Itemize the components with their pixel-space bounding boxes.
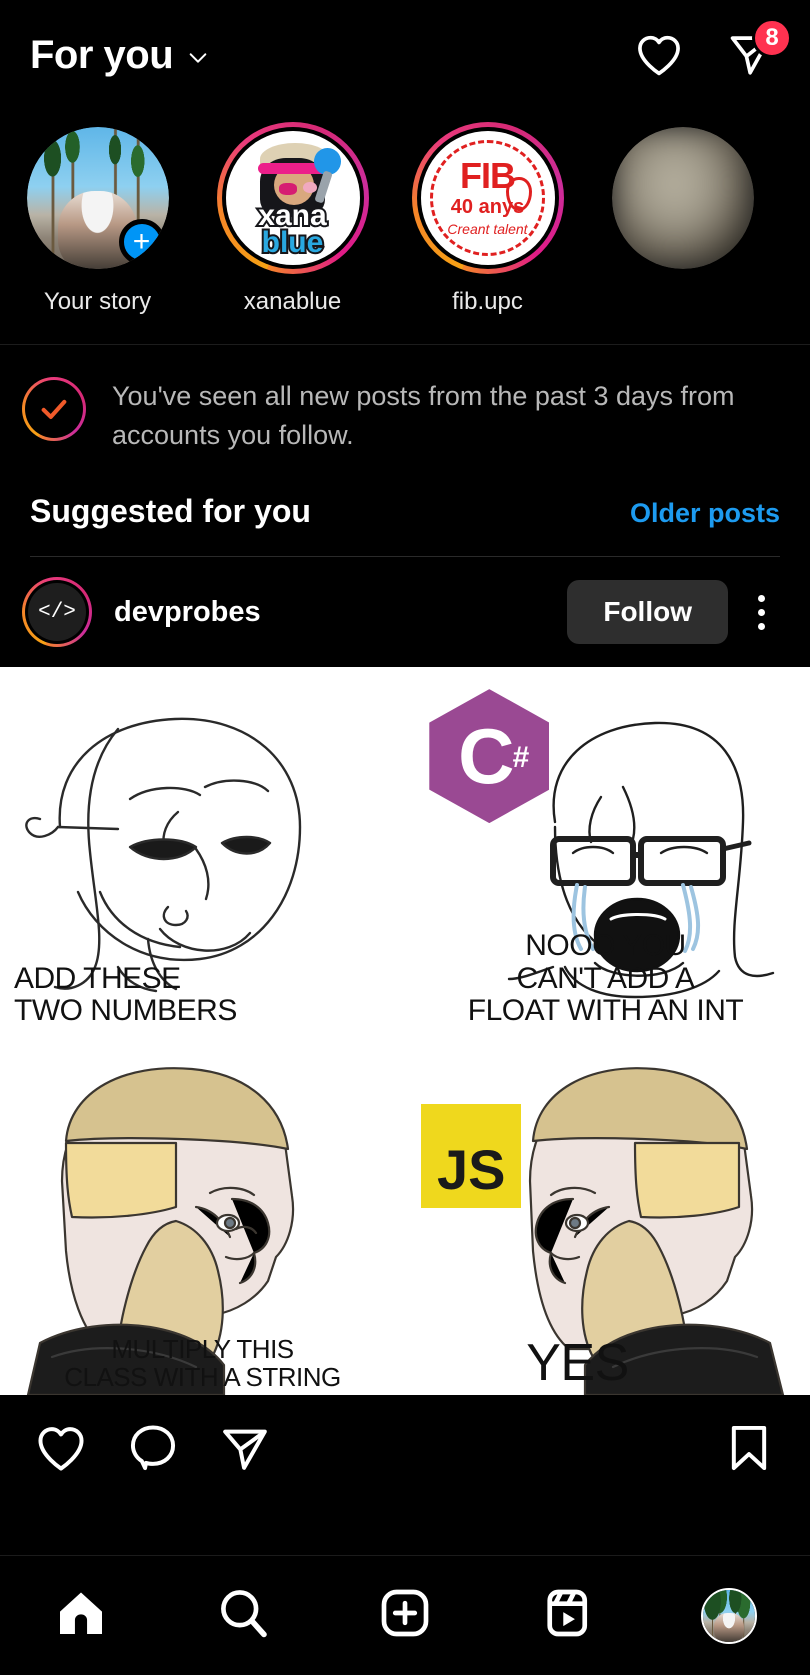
search-icon[interactable] bbox=[215, 1585, 271, 1646]
older-posts-link[interactable]: Older posts bbox=[630, 498, 780, 529]
page-title: For you bbox=[30, 32, 174, 77]
meme-panel-top-left: ADD THESE TWO NUMBERS bbox=[0, 667, 405, 1031]
meme-caption: NOOO YOU CAN'T ADD A FLOAT WITH AN INT bbox=[467, 929, 744, 1027]
meme-caption: MULTIPLY THIS CLASS WITH A STRING bbox=[64, 1334, 341, 1393]
check-circle-icon bbox=[22, 377, 86, 441]
avatar bbox=[611, 127, 754, 269]
seen-all-posts-text: You've seen all new posts from the past … bbox=[112, 381, 735, 451]
avatar: FIB 40 anys Creant talent bbox=[420, 131, 555, 265]
meme-caption: YES bbox=[526, 1334, 629, 1393]
follow-button[interactable]: Follow bbox=[567, 580, 728, 645]
story-ring: xana blue bbox=[216, 122, 369, 274]
story-ring: + bbox=[22, 122, 174, 274]
post-username[interactable]: devprobes bbox=[114, 596, 261, 629]
story-label: fib.upc bbox=[452, 288, 523, 315]
stories-tray[interactable]: + Your story xana blue xanablue FIB 40 a… bbox=[0, 110, 810, 345]
avatar: + bbox=[26, 127, 169, 269]
post-header: </> devprobes Follow bbox=[0, 557, 810, 667]
nav-item-home[interactable] bbox=[0, 1585, 162, 1646]
messages-badge: 8 bbox=[752, 18, 792, 58]
add-story-plus-icon[interactable]: + bbox=[118, 219, 165, 265]
suggested-header: Suggested for you Older posts bbox=[0, 455, 810, 530]
nav-item-search[interactable] bbox=[162, 1585, 324, 1646]
reels-icon[interactable] bbox=[539, 1585, 595, 1646]
meme-panel-top-right: C # NOOO YOU CAN'T ADD A FLOAT WITH AN I… bbox=[405, 667, 810, 1031]
story-ring: FIB 40 anys Creant talent bbox=[411, 122, 564, 274]
seen-all-posts-banner: You've seen all new posts from the past … bbox=[0, 345, 810, 455]
suggested-title: Suggested for you bbox=[30, 493, 311, 530]
story-item-xanablue[interactable]: xana blue xanablue bbox=[195, 122, 390, 316]
home-icon[interactable] bbox=[53, 1585, 109, 1646]
story-item-your-story[interactable]: + Your story bbox=[0, 122, 195, 316]
create-icon[interactable] bbox=[377, 1585, 433, 1646]
direct-message-icon[interactable]: 8 bbox=[722, 18, 792, 84]
story-label: Your story bbox=[43, 288, 152, 315]
story-ring bbox=[607, 122, 759, 274]
post-action-bar bbox=[0, 1395, 810, 1502]
avatar: </> bbox=[28, 583, 86, 642]
post-media-image[interactable]: ADD THESE TWO NUMBERS C # NOOO YOU CAN'T… bbox=[0, 667, 810, 1396]
post-avatar-ring[interactable]: </> bbox=[22, 577, 92, 648]
profile-avatar[interactable] bbox=[701, 1587, 757, 1644]
story-label: xanablue bbox=[243, 288, 342, 315]
story-item-partial[interactable] bbox=[585, 122, 780, 288]
bookmark-icon[interactable] bbox=[718, 1417, 780, 1479]
feed-selector[interactable]: For you bbox=[30, 33, 209, 78]
bottom-navigation-bar bbox=[0, 1555, 810, 1675]
heart-icon[interactable] bbox=[630, 26, 688, 84]
share-icon[interactable] bbox=[214, 1417, 276, 1479]
story-item-fib-upc[interactable]: FIB 40 anys Creant talent fib.upc bbox=[390, 122, 585, 316]
more-options-icon[interactable] bbox=[734, 594, 788, 630]
chevron-down-icon[interactable] bbox=[187, 47, 209, 69]
avatar: xana blue bbox=[225, 131, 360, 265]
nav-item-create[interactable] bbox=[324, 1585, 486, 1646]
meme-panel-bottom-right: JS YES bbox=[405, 1031, 810, 1396]
meme-caption: ADD THESE TWO NUMBERS bbox=[14, 961, 237, 1027]
meme-panel-bottom-left: MULTIPLY THIS CLASS WITH A STRING bbox=[0, 1031, 405, 1396]
instagram-feed-screen: For you 8 + Your story xana blue xanablu… bbox=[0, 0, 810, 1675]
heart-icon[interactable] bbox=[30, 1417, 92, 1479]
nav-item-reels[interactable] bbox=[486, 1585, 648, 1646]
comment-icon[interactable] bbox=[122, 1417, 184, 1479]
app-header: For you 8 bbox=[0, 0, 810, 110]
nav-item-profile[interactable] bbox=[648, 1587, 810, 1644]
